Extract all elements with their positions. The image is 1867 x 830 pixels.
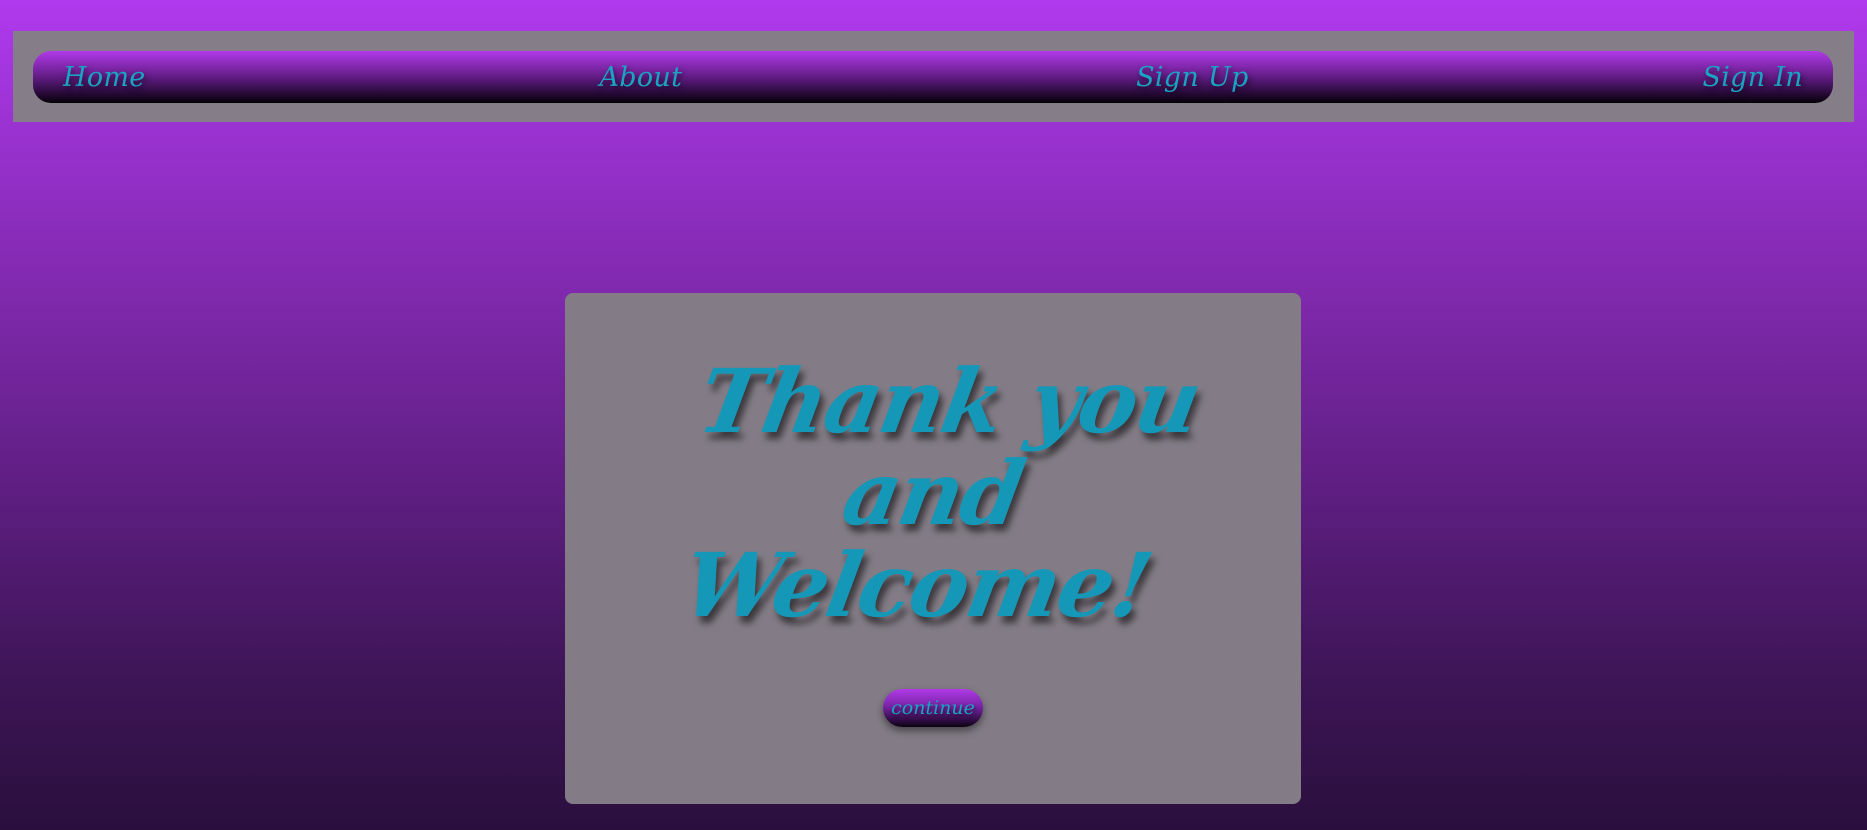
headline-line-1: Thank you — [691, 349, 1208, 453]
continue-button[interactable]: continue — [883, 689, 983, 727]
nav-frame: Home About Sign Up Sign In — [13, 31, 1854, 122]
nav-signin-link[interactable]: Sign In — [1702, 62, 1803, 93]
headline-line-2: and — [835, 441, 1031, 545]
nav-signup-link[interactable]: Sign Up — [1136, 62, 1249, 93]
welcome-headline: Thank you and Welcome! — [541, 349, 1326, 637]
nav-home-link[interactable]: Home — [63, 62, 146, 93]
headline-line-3: Welcome! — [675, 533, 1159, 637]
nav-bar: Home About Sign Up Sign In — [33, 51, 1833, 103]
nav-about-link[interactable]: About — [599, 62, 682, 93]
welcome-card: Thank you and Welcome! continue — [565, 293, 1301, 804]
